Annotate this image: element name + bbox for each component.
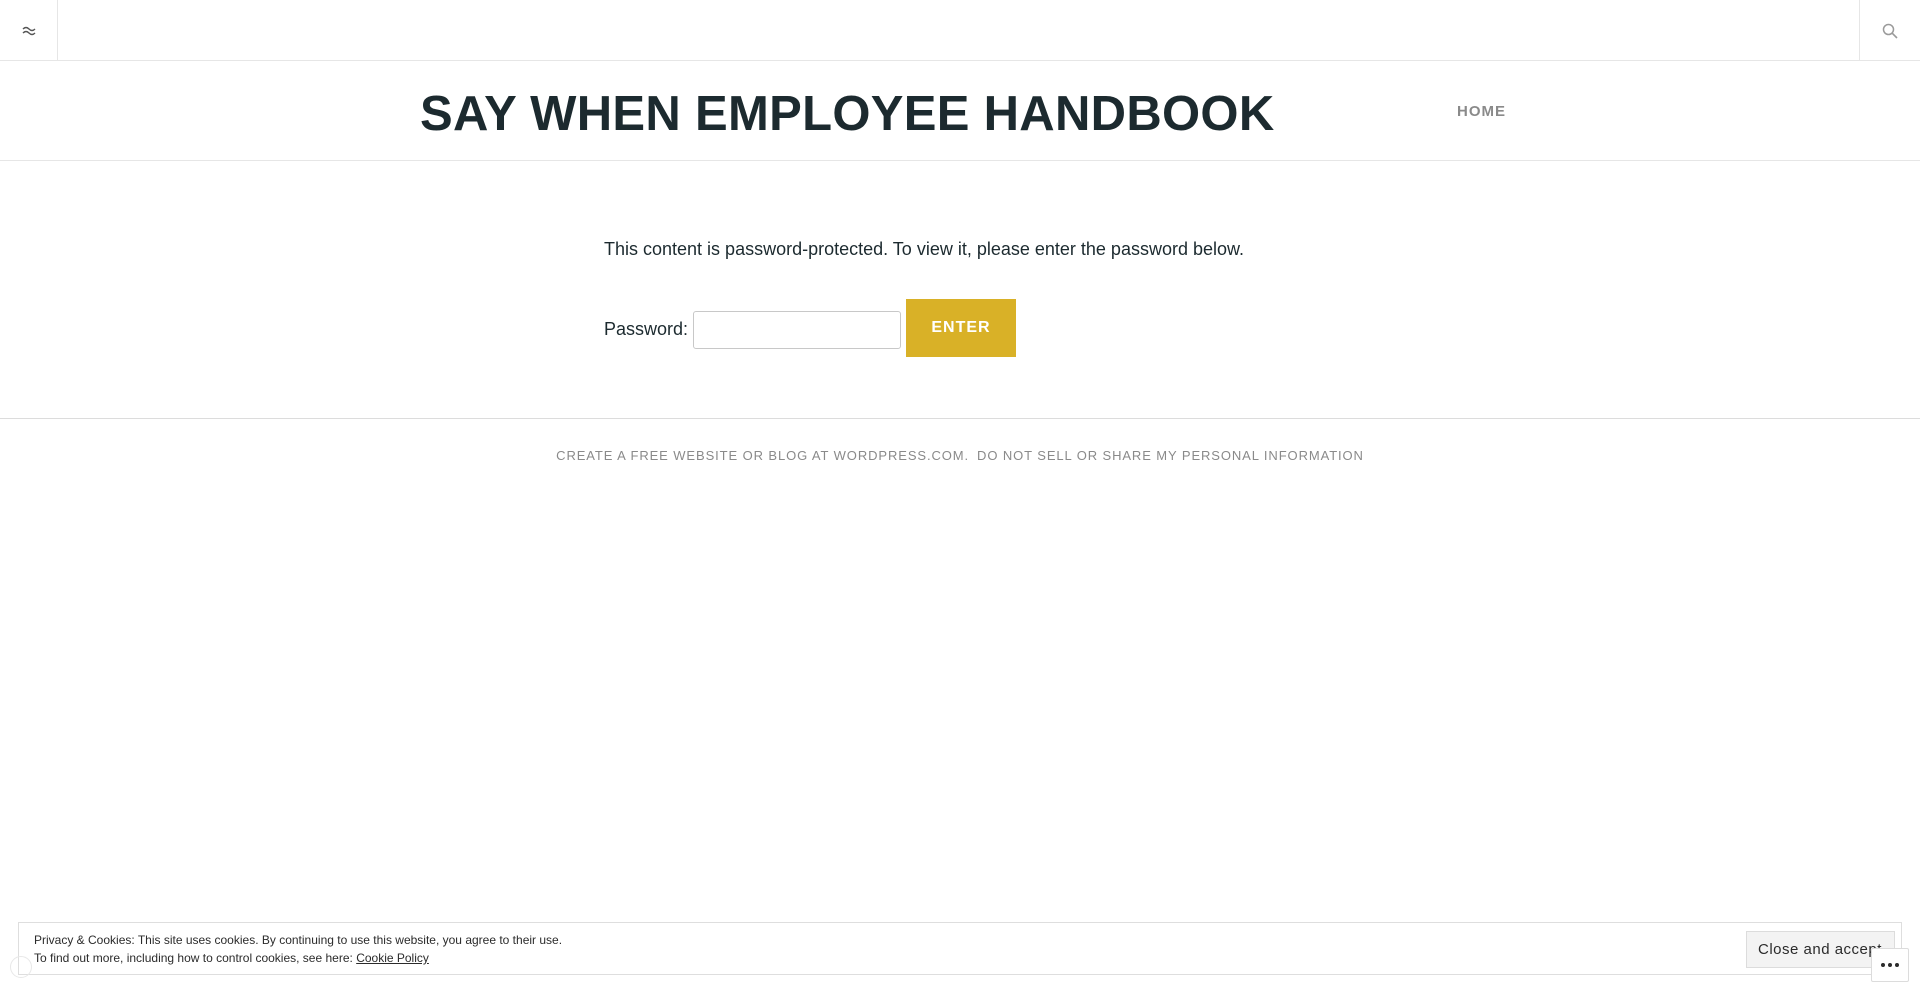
bottom-left-circle-icon xyxy=(10,956,32,978)
password-label: Password: xyxy=(604,319,689,339)
site-title[interactable]: SAY WHEN EMPLOYEE HANDBOOK xyxy=(420,90,1275,139)
search-button[interactable] xyxy=(1859,0,1920,61)
cookie-notice-text: Privacy & Cookies: This site uses cookie… xyxy=(34,931,562,967)
cookie-notice-line2-text: To find out more, including how to contr… xyxy=(34,951,353,965)
search-icon xyxy=(1882,23,1898,39)
nav-home-link[interactable]: HOME xyxy=(1457,104,1506,119)
cookie-banner: Privacy & Cookies: This site uses cookie… xyxy=(18,922,1902,975)
more-dot-icon xyxy=(1888,963,1892,967)
more-actions-button[interactable] xyxy=(1871,948,1909,982)
cookie-policy-link[interactable]: Cookie Policy xyxy=(356,951,429,965)
more-dot-icon xyxy=(1881,963,1885,967)
cookie-notice-line2: To find out more, including how to contr… xyxy=(34,949,562,967)
do-not-sell-link[interactable]: DO NOT SELL OR SHARE MY PERSONAL INFORMA… xyxy=(977,448,1364,463)
site-footer: CREATE A FREE WEBSITE OR BLOG AT WORDPRE… xyxy=(0,448,1920,463)
more-dot-icon xyxy=(1895,963,1899,967)
footer-divider xyxy=(0,418,1920,419)
password-input[interactable] xyxy=(693,311,901,349)
cookie-notice-line1: Privacy & Cookies: This site uses cookie… xyxy=(34,933,563,947)
password-protected-message: This content is password-protected. To v… xyxy=(604,239,1245,259)
top-bar xyxy=(0,0,1920,61)
sidebar-toggle-button[interactable] xyxy=(0,0,58,61)
sidebar-toggle-icon xyxy=(22,26,35,35)
wordpress-link[interactable]: CREATE A FREE WEBSITE OR BLOG AT WORDPRE… xyxy=(556,448,969,463)
enter-button[interactable]: ENTER xyxy=(906,299,1016,357)
masthead: SAY WHEN EMPLOYEE HANDBOOK HOME xyxy=(0,61,1920,161)
